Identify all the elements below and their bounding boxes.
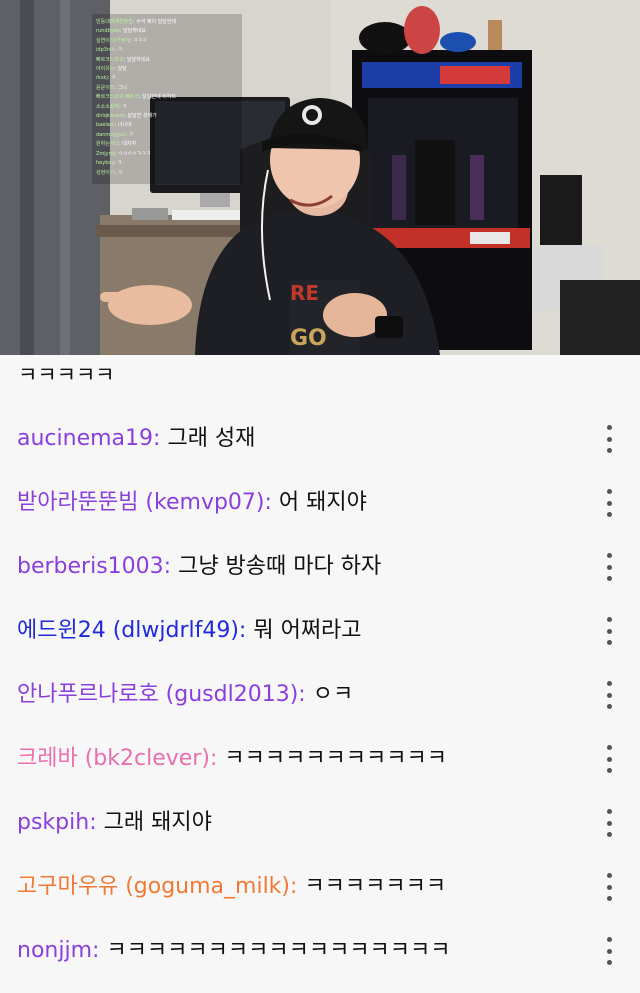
more-options-icon[interactable] bbox=[605, 425, 613, 453]
more-options-icon[interactable] bbox=[605, 873, 613, 901]
video-player[interactable]: RE GO 빈둥대며깨끗봤습: 수석 왜이 달달한데 rundbyee: 달달하… bbox=[0, 0, 640, 355]
partial-chat-message: ㅋㅋㅋㅋㅋ bbox=[18, 363, 115, 387]
overlay-chat-line: 빈둥대며깨끗봤습: 수석 왜이 달달한데 bbox=[96, 19, 177, 25]
chat-separator: : bbox=[163, 554, 172, 579]
chat-message: 고구마우유 (goguma_milk): ㅋㅋㅋㅋㅋㅋㅋ bbox=[0, 855, 640, 919]
chat-message: aucinema19: 그래 성재 bbox=[0, 407, 640, 471]
overlay-chat-line: rundbyee: 달달하네요 bbox=[96, 28, 147, 35]
chat-message-text: ㅋㅋㅋㅋㅋㅋㅋㅋㅋㅋㅋㅋㅋㅋㅋㅋㅋ bbox=[106, 938, 451, 963]
chat-message: pskpih: 그래 돼지야 bbox=[0, 791, 640, 855]
chat-message: 에드윈24 (dlwjdrlf49): 뭐 어쩌라고 bbox=[0, 599, 640, 663]
svg-text:GO: GO bbox=[290, 326, 327, 351]
svg-text:RE: RE bbox=[290, 281, 319, 305]
chat-message-text: 그래 성재 bbox=[167, 426, 256, 451]
more-options-icon[interactable] bbox=[605, 681, 613, 709]
chat-message-text: ㅋㅋㅋㅋㅋㅋㅋㅋㅋㅋㅋ bbox=[224, 746, 448, 771]
chat-message: 안나푸르나로호 (gusdl2013): ㅇㅋ bbox=[0, 663, 640, 727]
overlay-chat-line: rkskj: ㅋ bbox=[96, 75, 116, 82]
chat-message: 크레바 (bk2clever): ㅋㅋㅋㅋㅋㅋㅋㅋㅋㅋㅋ bbox=[0, 727, 640, 791]
chat-username[interactable]: 고구마우유 (goguma_milk) bbox=[17, 874, 290, 899]
chat-message-text: 어 돼지야 bbox=[278, 490, 367, 515]
chat-separator: : bbox=[290, 874, 298, 899]
chat-message-text: 뭐 어쩌라고 bbox=[253, 618, 362, 643]
chat-separator: : bbox=[238, 618, 247, 643]
chat-separator: : bbox=[298, 682, 306, 707]
more-options-icon[interactable] bbox=[605, 553, 613, 581]
overlay-chat-line: 실연이 나가헤헤: ㅋㅋㅋ bbox=[96, 37, 147, 44]
chat-username[interactable]: 에드윈24 (dlwjdrlf49) bbox=[17, 618, 239, 643]
overlay-chat-line: 원하는거다: 데지야 bbox=[96, 141, 137, 148]
overlay-chat-line: baelam: 너나야 bbox=[96, 122, 132, 129]
chat-username[interactable]: 받아라뚠뚠빔 (kemvp07) bbox=[17, 490, 265, 515]
chat-separator: : bbox=[264, 490, 272, 515]
chat-username[interactable]: nonjjm bbox=[17, 938, 92, 963]
chat-message-text: 그래 돼지야 bbox=[103, 810, 212, 835]
overlay-chat-line: 빠르크느르슈: 달달하네요 bbox=[96, 56, 150, 63]
chat-username[interactable]: 크레바 (bk2clever) bbox=[17, 746, 210, 771]
overlay-chat-line: 아이유는: 달달 bbox=[96, 66, 127, 73]
overlay-chat-line: heyboy: ㅋ bbox=[96, 160, 122, 167]
chat-separator: : bbox=[209, 746, 218, 771]
more-options-icon[interactable] bbox=[605, 937, 613, 965]
chat-separator: : bbox=[92, 938, 100, 963]
overlay-chat-line: dnlqkwnsld: 달달한 성재가 bbox=[96, 113, 157, 120]
more-options-icon[interactable] bbox=[605, 809, 613, 837]
chat-panel[interactable]: ㅋㅋㅋㅋㅋ aucinema19: 그래 성재 받아라뚠뚠빔 (kemvp07)… bbox=[0, 355, 640, 993]
overlay-chat-line: danmoyjjun: ㅋ bbox=[96, 131, 134, 138]
overlay-chat-line: 윤운이즈: 그니 bbox=[96, 84, 127, 91]
chat-username[interactable]: pskpih bbox=[17, 810, 89, 835]
overlay-chat-line: Zmjyrqj: ㅇㅇㅇㅇㅋㅋㅋ bbox=[96, 150, 151, 157]
chat-username[interactable]: 안나푸르나로호 (gusdl2013) bbox=[17, 682, 298, 707]
stream-overlay-chat: 빈둥대며깨끗봤습: 수석 왜이 달달한데 rundbyee: 달달하네요 실연이… bbox=[96, 18, 236, 178]
overlay-chat-line: 소소소성자: ㅋ bbox=[96, 103, 127, 110]
more-options-icon[interactable] bbox=[605, 745, 613, 773]
more-options-icon[interactable] bbox=[605, 489, 613, 517]
chat-separator: : bbox=[153, 426, 161, 451]
chat-message: 받아라뚠뚠빔 (kemvp07): 어 돼지야 bbox=[0, 471, 640, 535]
chat-message-text: 그냥 방송때 마다 하자 bbox=[178, 554, 382, 579]
chat-message-text: ㅋㅋㅋㅋㅋㅋㅋ bbox=[304, 874, 447, 899]
chat-username[interactable]: berberis1003 bbox=[17, 554, 164, 579]
chat-username[interactable]: aucinema19 bbox=[17, 426, 153, 451]
overlay-chat-line: 성현이가: ㅋ bbox=[96, 169, 123, 176]
overlay-chat-line: 빠르크느르슈 빠르크: 달달한데 비하트 bbox=[96, 94, 177, 101]
chat-message: nonjjm: ㅋㅋㅋㅋㅋㅋㅋㅋㅋㅋㅋㅋㅋㅋㅋㅋㅋ bbox=[0, 919, 640, 983]
chat-message: berberis1003: 그냥 방송때 마다 하자 bbox=[0, 535, 640, 599]
overlay-chat-line: idp3nlk: ㅋ bbox=[96, 47, 123, 54]
more-options-icon[interactable] bbox=[605, 617, 613, 645]
chat-message-text: ㅇㅋ bbox=[312, 682, 354, 707]
chat-separator: : bbox=[89, 810, 97, 835]
